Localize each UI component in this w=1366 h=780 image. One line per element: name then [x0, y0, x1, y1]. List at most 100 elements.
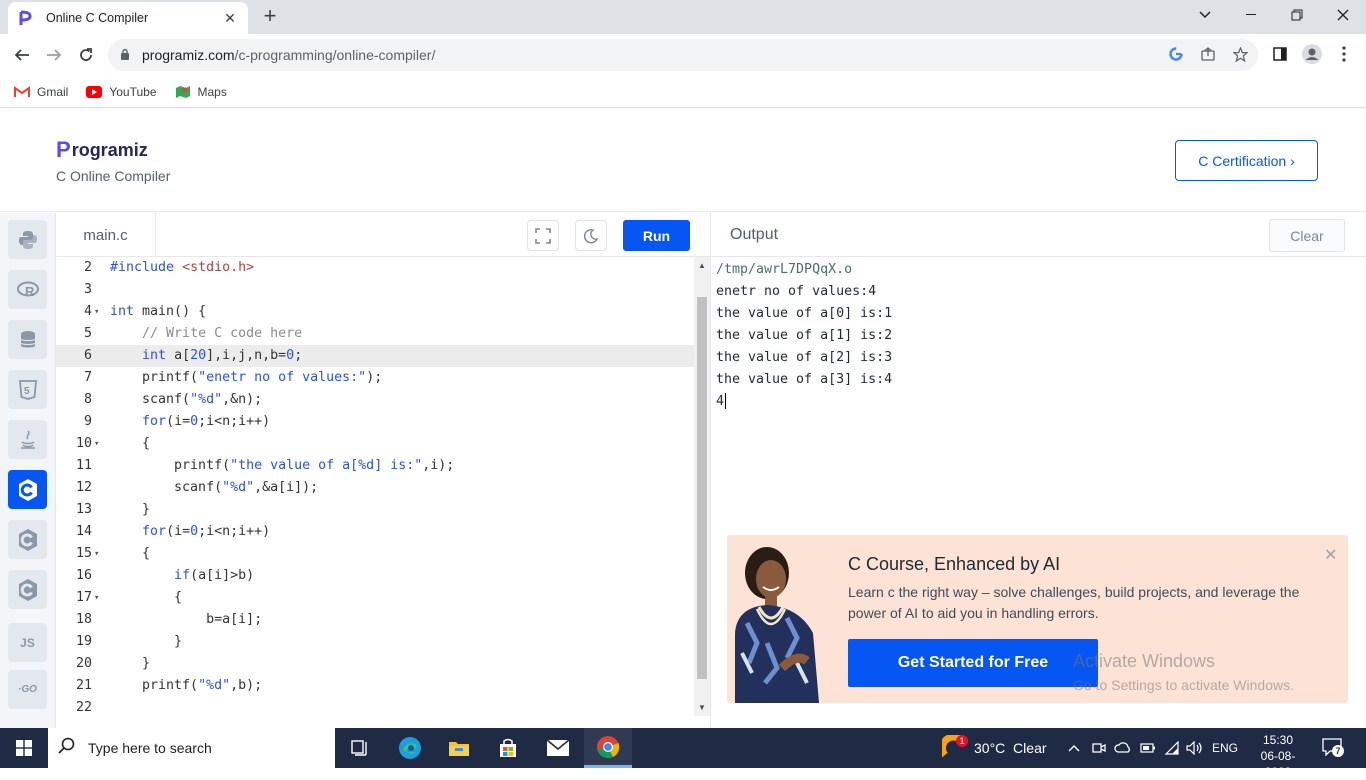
java-icon[interactable]	[8, 420, 47, 459]
code-line[interactable]: 19 }	[56, 631, 694, 653]
bookmark-maps[interactable]: Maps	[175, 85, 227, 99]
code-line[interactable]: 22	[56, 697, 694, 719]
line-number: 2	[83, 260, 92, 275]
sql-icon[interactable]	[8, 320, 47, 359]
python-icon[interactable]	[8, 220, 47, 259]
clear-button[interactable]: Clear	[1269, 219, 1345, 252]
tab-search-chevron-icon[interactable]	[1182, 0, 1228, 30]
taskbar-search-box[interactable]: Type here to search	[48, 728, 335, 768]
fold-arrow-icon[interactable]: ▾	[94, 433, 99, 455]
reload-icon[interactable]	[72, 41, 100, 69]
code-line[interactable]: 13 }	[56, 499, 694, 521]
code-line[interactable]: 17 ▾ {	[56, 587, 694, 609]
go-icon[interactable]: ·GO	[8, 670, 47, 709]
fold-arrow-icon[interactable]: ▾	[94, 543, 99, 565]
profile-avatar-icon[interactable]	[1300, 42, 1324, 66]
address-bar[interactable]: programiz.com/c-programming/online-compi…	[108, 39, 1258, 71]
code-line[interactable]: 6 int a[20],i,j,n,b=0;	[56, 345, 694, 367]
bookmark-youtube[interactable]: YouTube	[86, 85, 157, 99]
scroll-down-arrow-icon[interactable]: ▼	[698, 703, 706, 712]
fold-arrow-icon[interactable]: ▾	[94, 301, 99, 323]
code-line[interactable]: 5 // Write C code here	[56, 323, 694, 345]
programiz-logo[interactable]: Programiz	[56, 137, 148, 163]
bookmark-star-icon[interactable]	[1228, 42, 1252, 66]
scroll-up-arrow-icon[interactable]: ▲	[698, 261, 706, 270]
wifi-icon[interactable]	[1164, 728, 1180, 768]
battery-icon[interactable]	[1140, 728, 1156, 768]
share-icon[interactable]	[1196, 42, 1220, 66]
code-line[interactable]: 8 scanf("%d",&n);	[56, 389, 694, 411]
code-editor[interactable]: 2 #include <stdio.h> 3 4 ▾ int main() {5 // W…	[56, 257, 710, 728]
new-tab-button[interactable]: +	[258, 4, 282, 28]
code-line[interactable]: 12 scanf("%d",&a[i]);	[56, 477, 694, 499]
code-line[interactable]: 3	[56, 279, 694, 301]
line-number: 21	[75, 678, 92, 693]
code-line[interactable]: 10 ▾ {	[56, 433, 694, 455]
output-input-line[interactable]: 4	[716, 391, 727, 413]
google-icon[interactable]	[1164, 42, 1188, 66]
file-tab-main-c[interactable]: main.c	[56, 213, 156, 257]
editor-scrollbar[interactable]: ▲ ▼	[694, 257, 710, 716]
cpp-icon[interactable]	[8, 520, 47, 559]
volume-icon[interactable]	[1186, 728, 1204, 768]
file-explorer-icon[interactable]	[435, 728, 483, 768]
fullscreen-button[interactable]	[527, 220, 559, 251]
code-line[interactable]: 15 ▾ {	[56, 543, 694, 565]
onedrive-cloud-icon[interactable]	[1114, 728, 1132, 768]
c-icon[interactable]	[8, 470, 47, 509]
back-arrow-icon[interactable]	[8, 41, 36, 69]
line-number: 19	[75, 634, 92, 649]
forward-arrow-icon[interactable]	[40, 41, 68, 69]
weather-widget[interactable]: 1 30°C Clear	[939, 728, 1047, 768]
scrollbar-thumb[interactable]	[697, 297, 707, 679]
show-hidden-icons-chevron-icon[interactable]	[1068, 728, 1080, 768]
taskbar-clock[interactable]: 15:30 06-08-2023	[1248, 732, 1308, 780]
bookmark-gmail[interactable]: Gmail	[14, 85, 68, 99]
side-panel-icon[interactable]	[1268, 42, 1292, 66]
task-view-icon[interactable]	[336, 728, 384, 768]
mail-icon[interactable]	[534, 728, 582, 768]
url-path: /c-programming/online-compiler/	[234, 47, 436, 63]
logo-text: rogramiz	[71, 139, 148, 160]
meet-now-icon[interactable]	[1092, 728, 1106, 768]
code-line[interactable]: 9 for(i=0;i<n;i++)	[56, 411, 694, 433]
line-number: 14	[75, 524, 92, 539]
csharp-icon[interactable]	[8, 570, 47, 609]
output-line: the value of a[2] is:3	[716, 350, 893, 365]
code-line[interactable]: 16 if(a[i]>b)	[56, 565, 694, 587]
js-icon[interactable]: JS	[8, 623, 47, 662]
run-button[interactable]: Run	[623, 220, 690, 251]
windows-start-icon[interactable]	[0, 728, 48, 768]
get-started-button[interactable]: Get Started for Free	[848, 639, 1098, 687]
ad-person-image	[727, 543, 827, 703]
edge-browser-icon[interactable]	[386, 728, 434, 768]
minimize-button[interactable]	[1228, 0, 1274, 30]
notifications-icon[interactable]: 7	[1322, 728, 1344, 768]
fold-arrow-icon[interactable]: ▾	[94, 587, 99, 609]
site-header: Programiz C Online Compiler C Certificat…	[0, 109, 1366, 212]
code-line[interactable]: 7 printf("enetr no of values:");	[56, 367, 694, 389]
close-window-button[interactable]	[1320, 0, 1366, 30]
restore-button[interactable]	[1274, 0, 1320, 30]
code-line[interactable]: 20 }	[56, 653, 694, 675]
r-icon[interactable]: R	[8, 270, 47, 309]
menu-kebab-icon[interactable]	[1332, 42, 1356, 66]
language-indicator[interactable]: ENG	[1212, 728, 1238, 768]
code-line[interactable]: 4 ▾ int main() {	[56, 301, 694, 323]
code-line[interactable]: 18 b=a[i];	[56, 609, 694, 631]
weather-text: 30°C Clear	[974, 740, 1047, 756]
code-line[interactable]: 14 for(i=0;i<n;i++)	[56, 521, 694, 543]
tab-close-icon[interactable]: ✕	[222, 10, 238, 27]
clock-time: 15:30	[1262, 733, 1294, 747]
microsoft-store-icon[interactable]	[484, 728, 532, 768]
code-line[interactable]: 2 #include <stdio.h>	[56, 257, 694, 279]
html-icon[interactable]: 5	[8, 370, 47, 409]
code-line[interactable]: 21 printf("%d",b);	[56, 675, 694, 697]
ad-close-icon[interactable]: ✕	[1324, 545, 1337, 565]
browser-tab[interactable]: Online C Compiler ✕	[8, 2, 248, 34]
chrome-icon[interactable]	[584, 728, 632, 768]
dark-mode-moon-icon[interactable]	[575, 220, 607, 251]
c-certification-button[interactable]: C Certification ›	[1175, 140, 1318, 181]
ad-description: Learn c the right way – solve challenges…	[848, 584, 1300, 621]
code-line[interactable]: 11 printf("the value of a[%d] is:",i);	[56, 455, 694, 477]
